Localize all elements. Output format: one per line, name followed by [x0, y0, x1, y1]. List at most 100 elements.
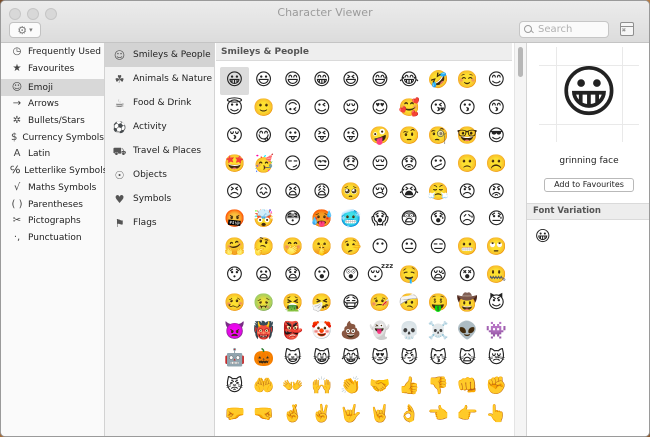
emoji-cell[interactable]: 👐 — [278, 373, 307, 401]
search-input[interactable] — [538, 24, 608, 35]
emoji-cell[interactable]: 😍 — [365, 95, 394, 123]
emoji-cell[interactable]: 😸 — [307, 345, 336, 373]
emoji-cell[interactable]: 👆 — [482, 401, 511, 429]
emoji-cell[interactable]: 🤔 — [249, 234, 278, 262]
emoji-cell[interactable]: 🤤 — [395, 262, 424, 290]
sidebar-item-latin[interactable]: A Latin — [1, 146, 104, 163]
emoji-cell[interactable]: 🤞 — [278, 401, 307, 429]
emoji-cell[interactable]: 🤭 — [278, 234, 307, 262]
sidebar-item-letterlike-symbols[interactable]: ℅ Letterlike Symbols — [1, 163, 107, 180]
emoji-cell[interactable]: ☹️ — [482, 150, 511, 178]
emoji-cell[interactable]: 😘 — [424, 95, 453, 123]
sidebar-item-frequently-used[interactable]: ◷ Frequently Used — [1, 44, 104, 61]
add-to-favourites-button[interactable]: Add to Favourites — [544, 178, 634, 192]
emoji-cell[interactable]: ✊ — [482, 373, 511, 401]
emoji-cell[interactable]: 🥴 — [220, 289, 249, 317]
emoji-cell[interactable]: 🤧 — [307, 289, 336, 317]
emoji-cell[interactable]: 😗 — [453, 95, 482, 123]
emoji-cell[interactable]: 🤜 — [249, 401, 278, 429]
emoji-cell[interactable]: 👺 — [278, 317, 307, 345]
emoji-cell[interactable]: 😇 — [220, 95, 249, 123]
emoji-cell[interactable]: 😥 — [453, 206, 482, 234]
sidebar-item-currency-symbols[interactable]: $ Currency Symbols — [1, 129, 104, 146]
category-food-drink[interactable]: ☕ Food & Drink — [105, 91, 214, 115]
emoji-cell[interactable]: 🤒 — [365, 289, 394, 317]
keyboard-viewer-button[interactable]: ⌘ — [620, 22, 634, 36]
font-variation-item[interactable]: 😀 — [535, 229, 551, 244]
emoji-cell[interactable]: 🤠 — [453, 289, 482, 317]
sidebar-item-parentheses[interactable]: ( ) Parentheses — [1, 196, 104, 213]
emoji-cell[interactable]: 😟 — [395, 150, 424, 178]
emoji-cell[interactable]: 😆 — [336, 67, 365, 95]
emoji-cell[interactable]: 🤣 — [424, 67, 453, 95]
emoji-cell[interactable]: 😢 — [365, 178, 394, 206]
emoji-cell[interactable]: 🤥 — [336, 234, 365, 262]
emoji-cell[interactable]: 🤮 — [278, 289, 307, 317]
emoji-cell[interactable]: 😁 — [307, 67, 336, 95]
emoji-cell[interactable]: 😏 — [278, 150, 307, 178]
emoji-cell[interactable]: 😻 — [365, 345, 394, 373]
emoji-cell[interactable]: 🎃 — [249, 345, 278, 373]
emoji-cell[interactable]: 😎 — [482, 123, 511, 151]
search-field[interactable] — [519, 21, 609, 38]
emoji-cell[interactable]: 🙀 — [453, 345, 482, 373]
emoji-cell[interactable]: ✌️ — [307, 401, 336, 429]
emoji-cell[interactable]: 👌 — [395, 401, 424, 429]
emoji-cell[interactable]: 😼 — [395, 345, 424, 373]
emoji-cell[interactable]: 🤟 — [336, 401, 365, 429]
emoji-cell[interactable]: 🙃 — [278, 95, 307, 123]
emoji-cell[interactable]: 🤫 — [307, 234, 336, 262]
emoji-cell[interactable]: 😰 — [424, 206, 453, 234]
category-objects[interactable]: ☉ Objects — [105, 163, 214, 187]
sidebar-item-pictographs[interactable]: ✂ Pictographs — [1, 213, 104, 230]
emoji-cell[interactable]: 🤗 — [220, 234, 249, 262]
emoji-cell[interactable]: 🤩 — [220, 150, 249, 178]
emoji-cell[interactable]: 😵 — [453, 262, 482, 290]
emoji-cell[interactable]: 😛 — [278, 123, 307, 151]
emoji-cell[interactable]: 🥳 — [249, 150, 278, 178]
category-activity[interactable]: ⚽ Activity — [105, 115, 214, 139]
category-symbols[interactable]: ♥ Symbols — [105, 187, 214, 211]
emoji-cell[interactable]: 😦 — [249, 262, 278, 290]
emoji-cell[interactable]: 😔 — [365, 150, 394, 178]
emoji-cell[interactable]: 😊 — [482, 67, 511, 95]
emoji-cell[interactable]: 🤡 — [307, 317, 336, 345]
emoji-cell[interactable]: 😴 — [365, 262, 394, 290]
emoji-cell[interactable]: 😒 — [307, 150, 336, 178]
emoji-cell[interactable]: 😅 — [365, 67, 394, 95]
emoji-cell[interactable]: 🤑 — [424, 289, 453, 317]
emoji-cell[interactable]: 💩 — [336, 317, 365, 345]
sidebar-item-emoji[interactable]: ☺ Emoji — [1, 79, 104, 97]
category-travel-places[interactable]: ⛟ Travel & Places — [105, 139, 214, 163]
emoji-cell[interactable]: 😑 — [424, 234, 453, 262]
emoji-cell[interactable]: 😺 — [278, 345, 307, 373]
emoji-cell[interactable]: ☺️ — [453, 67, 482, 95]
emoji-cell[interactable]: 🤨 — [395, 123, 424, 151]
emoji-cell[interactable]: 😿 — [482, 345, 511, 373]
emoji-cell[interactable]: 😱 — [365, 206, 394, 234]
emoji-cell[interactable]: ☠️ — [424, 317, 453, 345]
category-flags[interactable]: ⚑ Flags — [105, 211, 214, 235]
emoji-cell[interactable]: 😤 — [424, 178, 453, 206]
emoji-cell[interactable]: 😐 — [395, 234, 424, 262]
emoji-cell[interactable]: 😹 — [336, 345, 365, 373]
emoji-cell[interactable]: 🥶 — [336, 206, 365, 234]
emoji-cell[interactable]: 👈 — [424, 401, 453, 429]
category-animals-nature[interactable]: ☘ Animals & Nature — [105, 67, 214, 91]
emoji-cell[interactable]: 😫 — [278, 178, 307, 206]
emoji-cell[interactable]: 😃 — [249, 67, 278, 95]
action-menu-button[interactable]: ⚙ ▾ — [9, 22, 41, 38]
emoji-cell[interactable]: 😷 — [336, 289, 365, 317]
sidebar-item-favourites[interactable]: ★ Favourites — [1, 61, 104, 78]
emoji-cell[interactable]: 😠 — [453, 178, 482, 206]
emoji-cell[interactable]: 😉 — [307, 95, 336, 123]
emoji-cell[interactable]: 👾 — [482, 317, 511, 345]
emoji-cell[interactable]: 😂 — [395, 67, 424, 95]
sidebar-item-arrows[interactable]: → Arrows — [1, 96, 104, 113]
emoji-cell[interactable]: 😶 — [365, 234, 394, 262]
emoji-cell[interactable]: 😀 — [220, 67, 250, 95]
sidebar-item-maths-symbols[interactable]: √ Maths Symbols — [1, 180, 104, 197]
emoji-cell[interactable]: 🤛 — [220, 401, 249, 429]
emoji-cell[interactable]: 🥵 — [307, 206, 336, 234]
emoji-cell[interactable]: 🤝 — [365, 373, 394, 401]
